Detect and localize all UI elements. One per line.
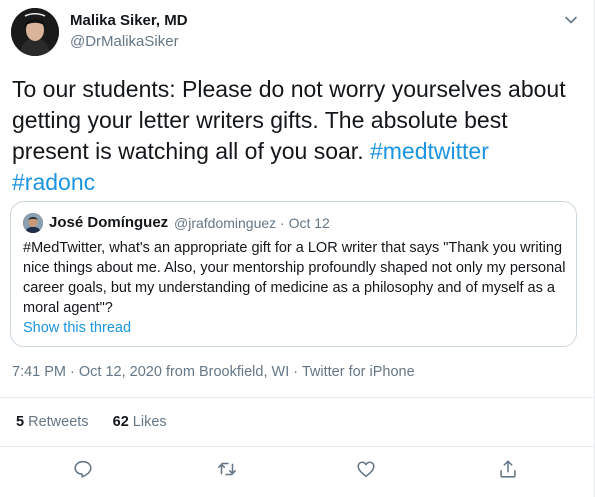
likes-count: 62 — [112, 414, 129, 430]
tweet-meta: 7:41 PM · Oct 12, 2020 from Brookfield, … — [12, 364, 415, 380]
divider — [0, 397, 595, 398]
retweets-stat[interactable]: 5 Retweets — [16, 414, 89, 430]
share-icon[interactable] — [497, 458, 519, 480]
likes-stat[interactable]: 62 Likes — [113, 414, 167, 430]
author-name[interactable]: Malika Siker, MD — [70, 12, 188, 29]
likes-label: Likes — [132, 414, 167, 430]
tweet-source[interactable]: Twitter for iPhone — [302, 364, 415, 380]
retweet-icon[interactable] — [216, 458, 238, 480]
chevron-down-icon[interactable] — [562, 11, 580, 29]
tweet-location[interactable]: from Brookfield, WI — [166, 364, 289, 380]
retweets-label: Retweets — [28, 414, 89, 430]
author-handle[interactable]: @DrMalikaSiker — [70, 33, 179, 50]
quoted-author-avatar — [23, 213, 43, 233]
tweet-time[interactable]: 7:41 PM — [12, 364, 66, 380]
quoted-text: #MedTwitter, what's an appropriate gift … — [23, 240, 566, 316]
tweet-date[interactable]: Oct 12, 2020 — [79, 364, 162, 380]
meta-separator: · — [289, 364, 302, 380]
reply-icon[interactable] — [72, 458, 94, 480]
quoted-tweet[interactable]: José Domínguez @jrafdominguez · Oct 12 #… — [10, 201, 577, 347]
show-thread-link[interactable]: Show this thread — [23, 320, 131, 336]
meta-separator: · — [66, 364, 79, 380]
action-bar — [0, 458, 595, 484]
tweet-card: Malika Siker, MD @DrMalikaSiker To our s… — [0, 0, 595, 497]
tweet-text: To our students: Please do not worry you… — [12, 74, 577, 198]
quoted-author-name: José Domínguez — [49, 214, 169, 231]
divider — [0, 446, 595, 447]
quoted-meta: @jrafdominguez · Oct 12 — [174, 215, 330, 231]
author-avatar[interactable] — [11, 8, 59, 56]
like-icon[interactable] — [355, 458, 377, 480]
tweet-stats: 5 Retweets 62 Likes — [16, 414, 167, 430]
retweets-count: 5 — [16, 414, 25, 430]
hashtag-medtwitter[interactable]: #medtwitter — [370, 138, 489, 164]
hashtag-radonc[interactable]: #radonc — [12, 169, 95, 195]
